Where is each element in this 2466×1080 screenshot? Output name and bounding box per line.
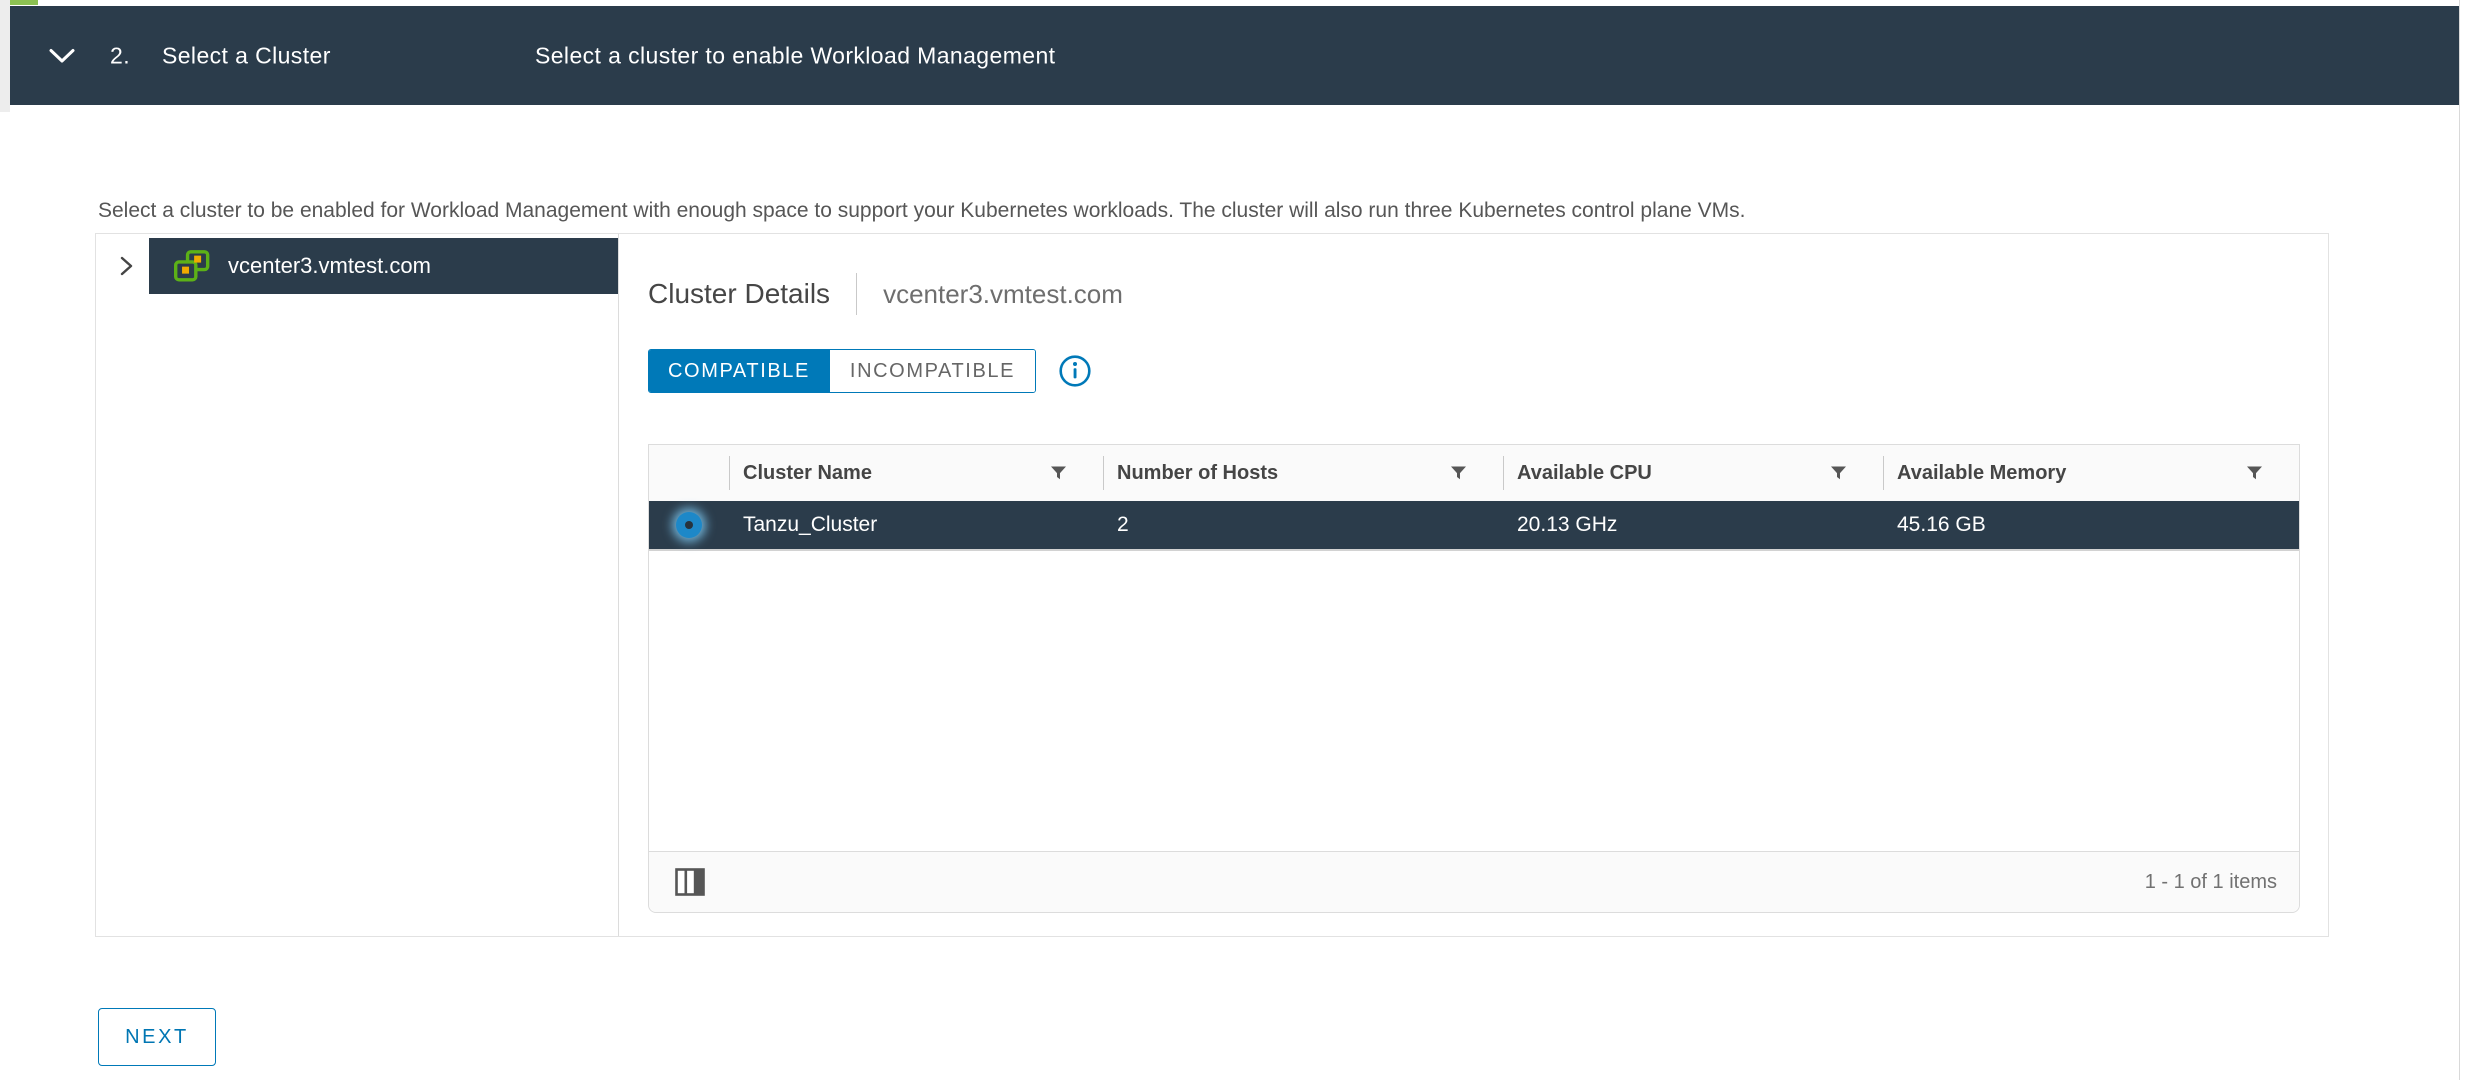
compatibility-toggle-group: COMPATIBLE INCOMPATIBLE [648,349,1036,393]
clusters-table: Cluster Name Number of Hosts Available C… [648,444,2300,913]
right-edge-divider [2459,0,2460,1080]
cell-cluster-name: Tanzu_Cluster [729,501,1103,549]
cluster-selection-panel: vcenter3.vmtest.com Cluster Details vcen… [95,233,2329,937]
tree-item-vcenter[interactable]: vcenter3.vmtest.com [149,238,618,294]
table-header-row: Cluster Name Number of Hosts Available C… [649,445,2299,501]
chevron-down-icon[interactable] [48,47,76,65]
step-description: Select a cluster to be enabled for Workl… [98,199,1745,223]
cell-available-memory: 45.16 GB [1883,501,2299,549]
incompatible-toggle-button[interactable]: INCOMPATIBLE [829,350,1035,392]
title-divider [856,273,857,315]
cluster-details-pane: Cluster Details vcenter3.vmtest.com COMP… [620,234,2328,936]
info-icon[interactable] [1058,354,1092,388]
step-subtitle: Select a cluster to enable Workload Mana… [535,42,1055,69]
items-count-label: 1 - 1 of 1 items [2145,871,2277,894]
cell-number-of-hosts: 2 [1103,501,1503,549]
cell-available-cpu: 20.13 GHz [1503,501,1883,549]
table-footer: 1 - 1 of 1 items [649,851,2299,912]
column-header-available-memory[interactable]: Available Memory [1883,445,2299,501]
chevron-right-icon[interactable] [114,254,138,278]
radio-column-header [649,445,729,501]
compatible-toggle-button[interactable]: COMPATIBLE [649,350,829,392]
table-empty-space [649,551,2299,851]
left-gutter [0,0,10,112]
filter-icon[interactable] [2246,466,2263,481]
vcenter-icon [174,250,210,282]
compatibility-filter-row: COMPATIBLE INCOMPATIBLE [648,348,2300,394]
details-context: vcenter3.vmtest.com [883,279,1123,310]
wizard-step-header[interactable]: 2. Select a Cluster Select a cluster to … [10,6,2459,105]
next-button[interactable]: NEXT [98,1008,216,1066]
filter-icon[interactable] [1450,466,1467,481]
step-title: Select a Cluster [162,42,331,69]
details-title: Cluster Details [648,278,830,310]
inventory-tree-pane: vcenter3.vmtest.com [96,234,619,936]
filter-icon[interactable] [1830,466,1847,481]
previous-step-green-fragment [8,0,38,5]
step-number: 2. [110,42,130,69]
row-radio-cell [649,501,729,549]
column-header-number-of-hosts[interactable]: Number of Hosts [1103,445,1503,501]
column-settings-icon[interactable] [675,868,705,896]
details-header: Cluster Details vcenter3.vmtest.com [648,272,2300,316]
column-header-cluster-name[interactable]: Cluster Name [729,445,1103,501]
column-header-available-cpu[interactable]: Available CPU [1503,445,1883,501]
workload-management-wizard-step: 2. Select a Cluster Select a cluster to … [0,0,2466,1080]
table-row-tanzu-cluster[interactable]: Tanzu_Cluster 2 20.13 GHz 45.16 GB [649,501,2299,551]
filter-icon[interactable] [1050,466,1067,481]
row-radio-selected[interactable] [676,512,702,538]
tree-item-label: vcenter3.vmtest.com [228,253,431,279]
